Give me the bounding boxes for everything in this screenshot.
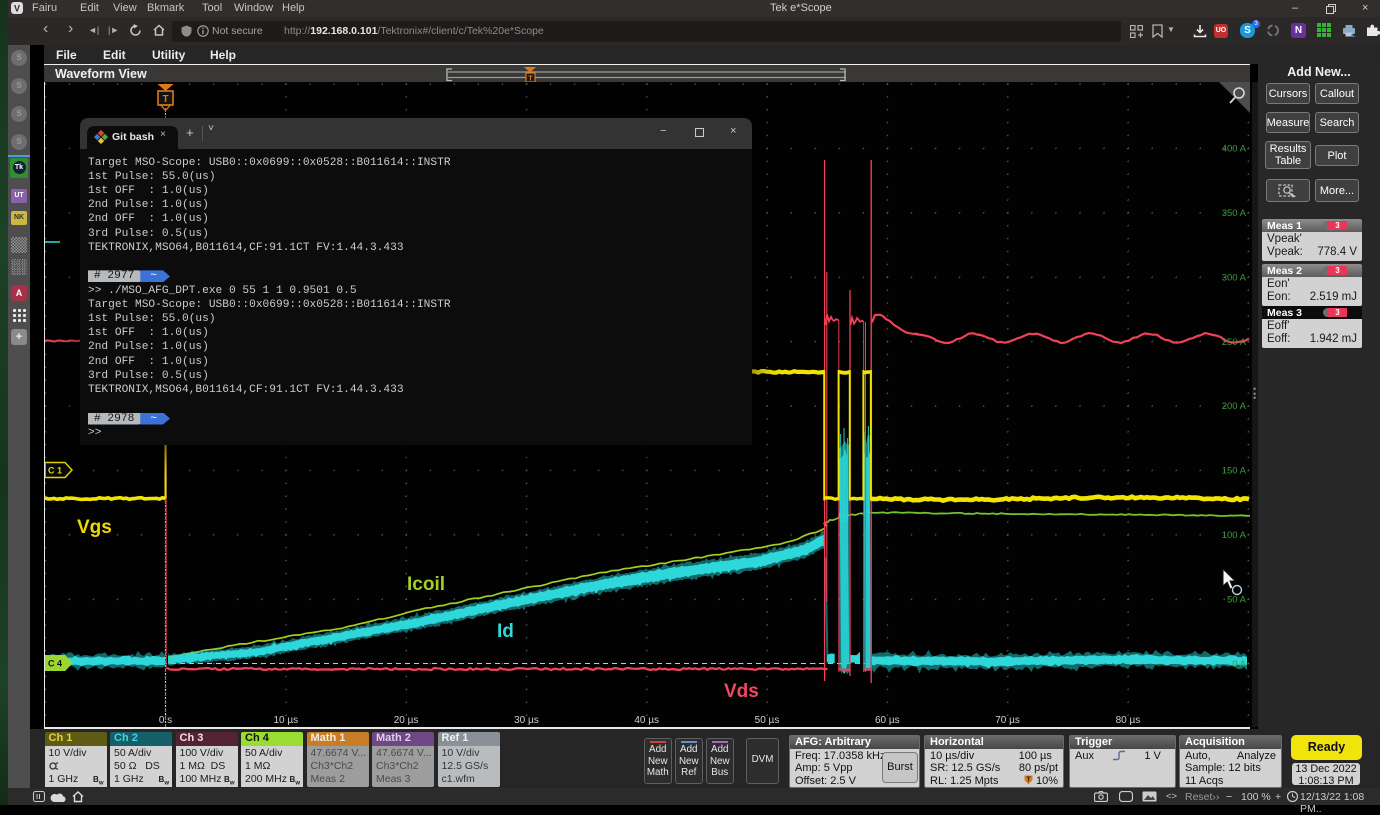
svg-text:T: T	[162, 94, 168, 105]
svg-text:70 µs: 70 µs	[995, 715, 1020, 726]
svg-text:50 µs: 50 µs	[755, 715, 780, 726]
svg-text:C 4: C 4	[48, 659, 62, 669]
svg-text:50 A: 50 A	[1227, 594, 1247, 605]
svg-text:0 s: 0 s	[159, 715, 172, 726]
svg-text:350 A: 350 A	[1222, 208, 1247, 219]
svg-text:Id: Id	[497, 621, 514, 642]
svg-text:Vgs: Vgs	[77, 517, 112, 538]
svg-text:80 µs: 80 µs	[1116, 715, 1141, 726]
svg-text:150 A: 150 A	[1222, 466, 1247, 477]
svg-text:400 A: 400 A	[1222, 144, 1247, 155]
svg-text:30 µs: 30 µs	[514, 715, 539, 726]
svg-text:40 µs: 40 µs	[634, 715, 659, 726]
svg-text:300 A: 300 A	[1222, 272, 1247, 283]
svg-text:60 µs: 60 µs	[875, 715, 900, 726]
svg-text:100 A: 100 A	[1222, 530, 1247, 541]
svg-text:20 µs: 20 µs	[394, 715, 419, 726]
svg-text:Vds: Vds	[724, 681, 759, 702]
svg-text:C 1: C 1	[48, 466, 62, 476]
svg-text:V: V	[14, 4, 20, 14]
svg-text:10 µs: 10 µs	[273, 715, 298, 726]
svg-text:250 A: 250 A	[1222, 337, 1247, 348]
svg-text:Icoil: Icoil	[407, 574, 445, 595]
svg-text:0 A: 0 A	[1232, 659, 1246, 670]
svg-text:200 A: 200 A	[1222, 401, 1247, 412]
svg-text:T: T	[1026, 776, 1031, 783]
